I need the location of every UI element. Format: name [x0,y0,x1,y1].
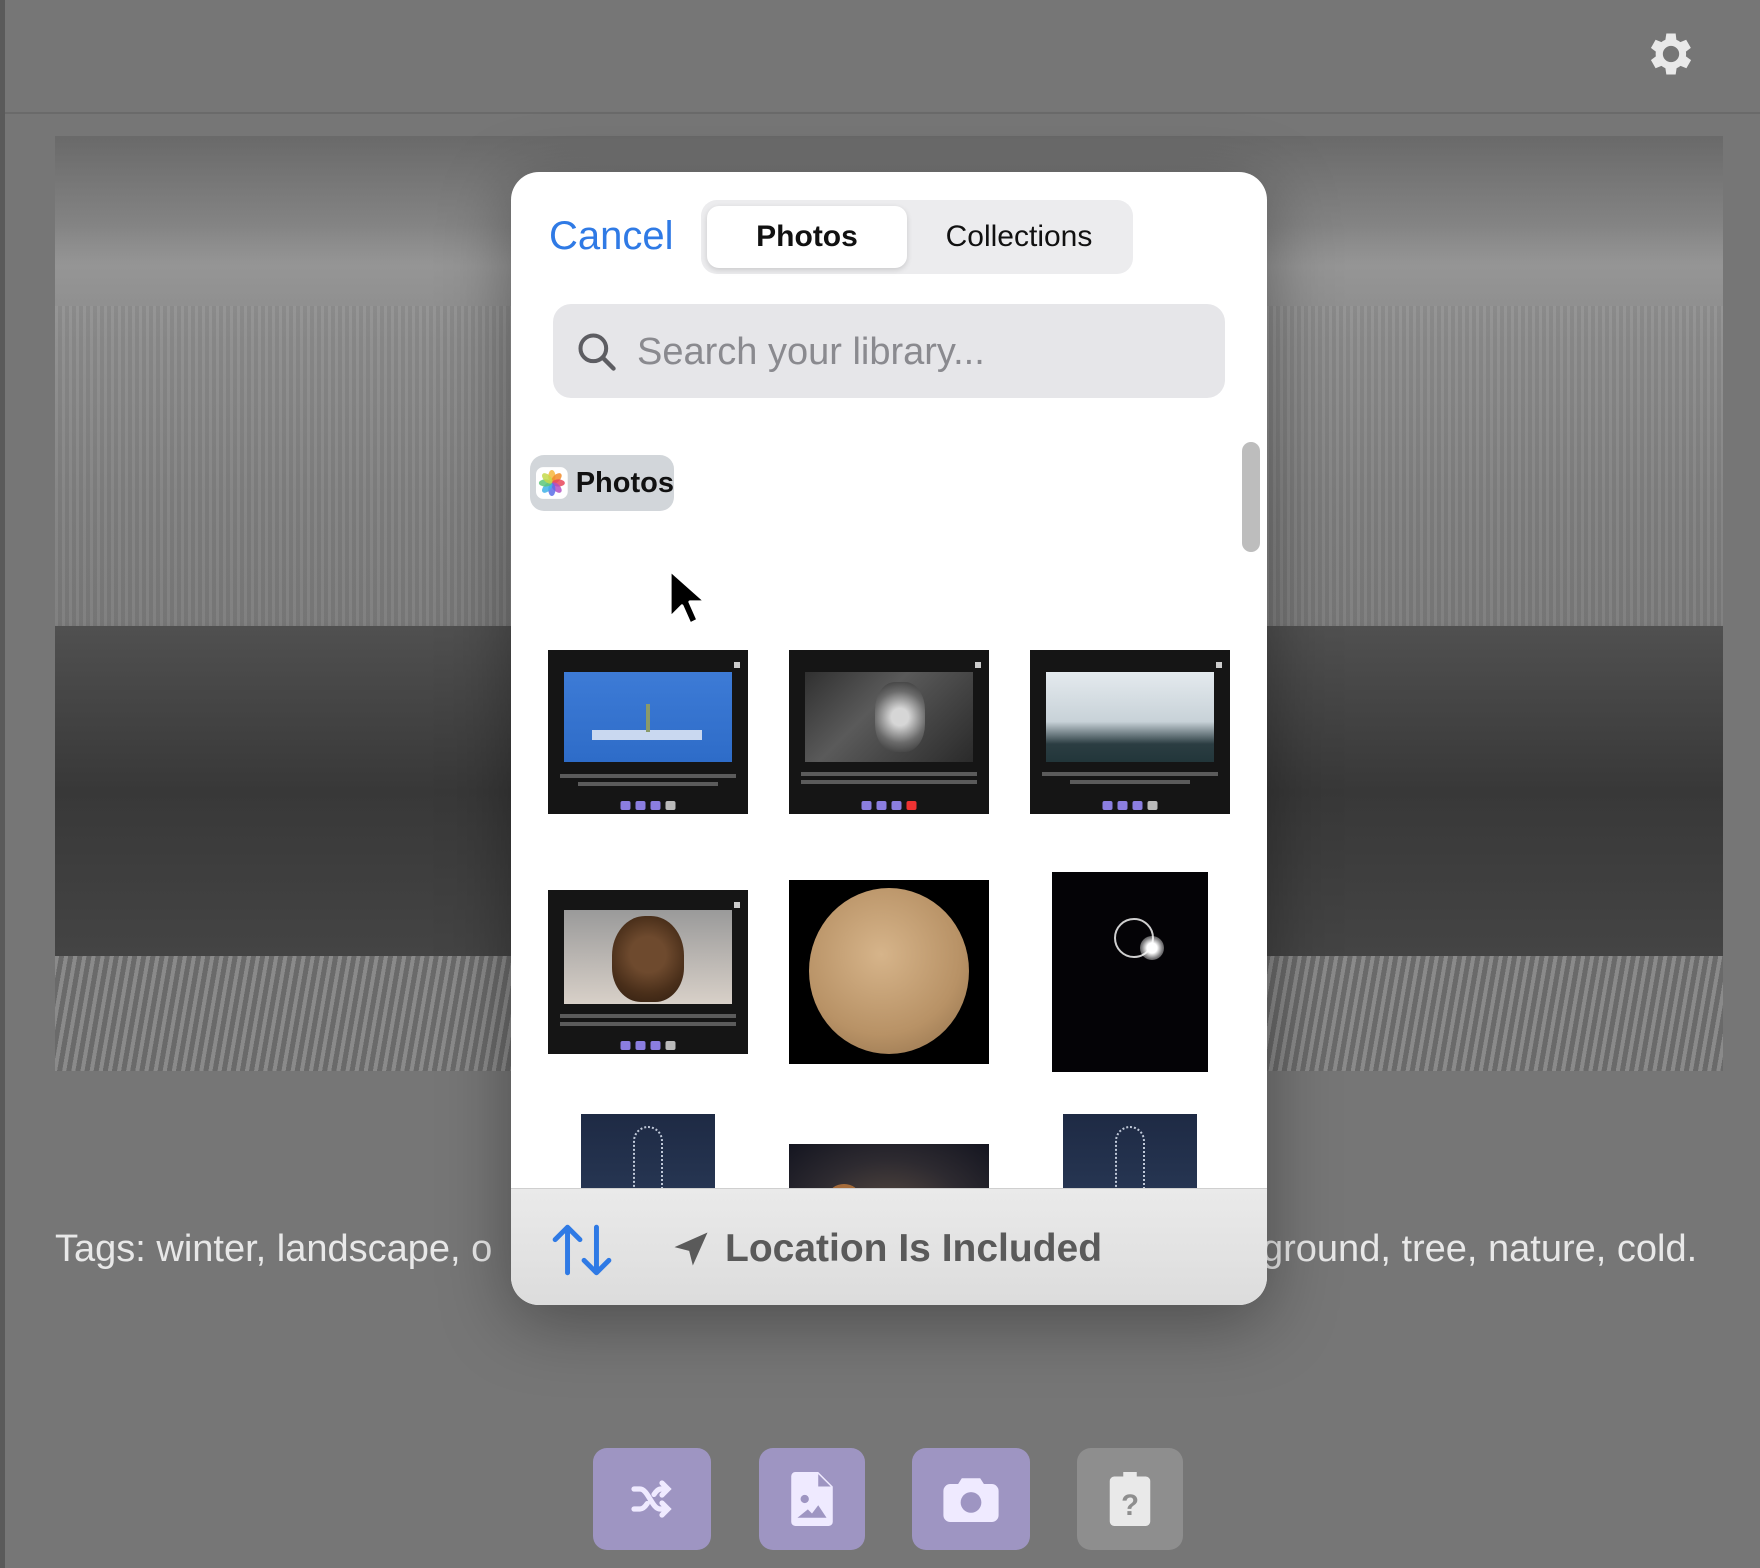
thumbnail-corner [975,662,981,668]
tab-photos[interactable]: Photos [707,206,907,268]
photo-picker-modal: Cancel Photos Collections Search your li… [511,172,1267,1305]
thumbnail-image [564,672,732,762]
thumbnail-image [805,672,973,762]
thumbnail-caption [560,1014,736,1018]
thumbnail-eclipse-glow [1140,936,1164,960]
thumbnail-caption [801,772,977,776]
photo-grid [511,434,1267,1194]
thumbnail-caption [560,774,736,778]
location-arrow-icon [674,1232,708,1266]
image-file-icon [791,1472,833,1526]
photos-source-label: Photos [575,466,674,499]
tags-text-continued: ground, tree, nature, cold. [1262,1228,1698,1270]
thumbnail-vase [646,704,650,732]
thumbnail-corner [734,662,740,668]
thumbnail-tags [861,801,917,810]
photos-source-badge: Photos [530,455,674,511]
picker-footer: Location Is Included [511,1188,1267,1305]
image-file-button[interactable] [759,1448,865,1550]
window-edge [0,0,5,1568]
thumbnail-analemma [633,1126,663,1194]
thumbnail-tags [1102,801,1158,810]
thumbnail-caption [801,780,977,784]
thumbnail-tags [620,801,676,810]
thumbnail-caption [560,1022,736,1026]
photos-app-icon [536,467,568,499]
camera-button[interactable] [912,1448,1030,1550]
cancel-button[interactable]: Cancel [549,214,674,259]
sort-icon[interactable] [551,1223,613,1277]
location-toggle[interactable]: Location Is Included [725,1227,1102,1271]
photo-thumbnail[interactable] [1052,872,1208,1072]
mouse-cursor-icon [668,568,708,626]
thumbnail-caption [578,782,718,786]
thumbnail-bear [612,916,684,1002]
photo-thumbnail[interactable] [789,880,989,1064]
thumbnail-analemma [1115,1126,1145,1194]
thumbnail-image [564,910,732,1004]
photo-thumbnail[interactable] [1063,1114,1197,1194]
clipboard-button[interactable]: ? [1077,1448,1183,1550]
tags-text: Tags: winter, landscape, o [55,1228,493,1270]
camera-icon [943,1478,999,1522]
search-icon [578,333,616,371]
photo-thumbnail[interactable] [1030,650,1230,814]
shuffle-icon [631,1480,672,1518]
thumbnail-moon [809,888,969,1054]
photo-thumbnail[interactable] [548,890,748,1054]
photo-thumbnail[interactable] [789,650,989,814]
search-bar [553,304,1225,398]
thumbnail-wolf [875,682,925,752]
svg-text:?: ? [1121,1490,1139,1522]
photo-thumbnail[interactable] [581,1114,715,1194]
thumbnail-caption [1070,780,1190,784]
segmented-control: Photos Collections [701,200,1133,274]
thumbnail-corner [1216,662,1222,668]
thumbnail-image [1046,672,1214,762]
scrollbar[interactable] [1242,442,1260,552]
shuffle-button[interactable] [593,1448,711,1550]
gear-icon[interactable] [1643,26,1699,82]
tab-collections[interactable]: Collections [911,206,1127,268]
top-bar [5,0,1760,114]
search-input[interactable] [635,322,1209,382]
photo-thumbnail[interactable] [789,1144,989,1194]
photo-thumbnail[interactable] [548,650,748,814]
thumbnail-caption [1042,772,1218,776]
thumbnail-corner [734,902,740,908]
clipboard-question-icon: ? [1109,1472,1151,1526]
thumbnail-tags [620,1041,676,1050]
